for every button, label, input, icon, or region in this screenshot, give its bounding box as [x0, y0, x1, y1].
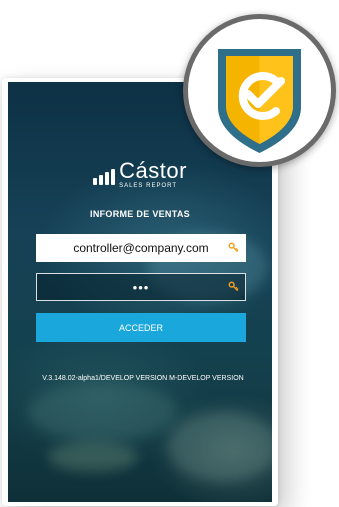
shield-check-icon	[218, 49, 301, 153]
background-photo-blur	[28, 382, 178, 442]
security-badge	[183, 14, 336, 167]
background-photo-blur	[168, 412, 272, 482]
password-field[interactable]	[36, 273, 246, 301]
key-icon[interactable]	[228, 242, 239, 253]
bar-chart-logo-icon	[93, 169, 116, 185]
brand-tagline: SALES REPORT	[119, 183, 177, 189]
version-text: V.3.148.02-alpha1/DEVELOP VERSION M-DEVE…	[42, 375, 244, 382]
brand-name: Cástor	[119, 158, 187, 183]
password-field-container	[36, 273, 246, 301]
login-heading: INFORME DE VENTAS	[90, 209, 190, 219]
submit-button[interactable]: ACCEDER	[36, 313, 246, 342]
key-icon[interactable]	[228, 281, 239, 292]
background-photo-blur	[48, 442, 138, 472]
brand-logo: Cástor SALES REPORT	[8, 160, 272, 189]
email-field[interactable]	[36, 234, 246, 262]
email-field-container	[36, 234, 246, 262]
